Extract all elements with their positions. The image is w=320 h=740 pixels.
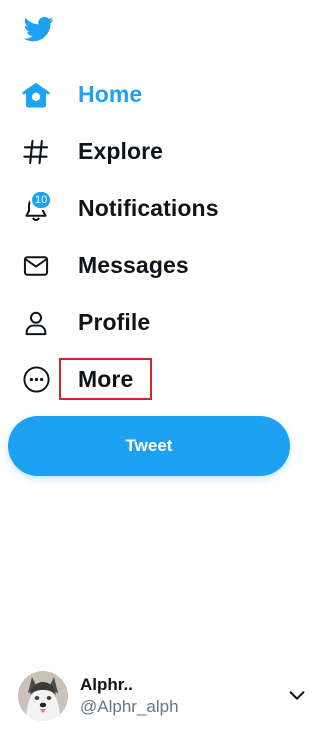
chevron-down-icon[interactable]: [286, 684, 308, 706]
account-text: Alphr.. @Alphr_alph: [80, 674, 179, 718]
nav-label-profile: Profile: [78, 309, 151, 335]
nav-label-more: More: [78, 366, 134, 392]
nav-item-messages[interactable]: Messages: [0, 237, 320, 294]
nav-item-explore[interactable]: Explore: [0, 123, 320, 180]
account-switcher[interactable]: Alphr.. @Alphr_alph: [18, 668, 318, 724]
nav-item-home[interactable]: Home: [0, 66, 320, 123]
account-handle: @Alphr_alph: [80, 697, 179, 716]
nav-label-notifications: Notifications: [78, 195, 219, 221]
hashtag-icon: [20, 136, 52, 168]
more-circle-icon: [20, 364, 52, 396]
primary-nav: Home Explore 10 Notifications Messages P…: [0, 66, 320, 408]
twitter-bird-icon[interactable]: [21, 14, 57, 44]
notifications-badge: 10: [30, 189, 53, 210]
nav-item-notifications[interactable]: 10 Notifications: [0, 180, 320, 237]
bell-icon: 10: [20, 189, 53, 225]
nav-item-more[interactable]: More: [0, 351, 320, 408]
envelope-icon: [20, 250, 52, 282]
tweet-button[interactable]: Tweet: [8, 416, 290, 476]
nav-item-profile[interactable]: Profile: [0, 294, 320, 351]
nav-label-explore: Explore: [78, 138, 164, 164]
nav-label-messages: Messages: [78, 252, 189, 278]
nav-label-home: Home: [78, 81, 143, 107]
person-icon: [20, 307, 52, 339]
avatar: [18, 671, 68, 721]
home-icon: [20, 79, 52, 111]
sidebar-navigation: Home Explore 10 Notifications Messages P…: [0, 0, 320, 740]
account-name: Alphr..: [80, 675, 133, 694]
